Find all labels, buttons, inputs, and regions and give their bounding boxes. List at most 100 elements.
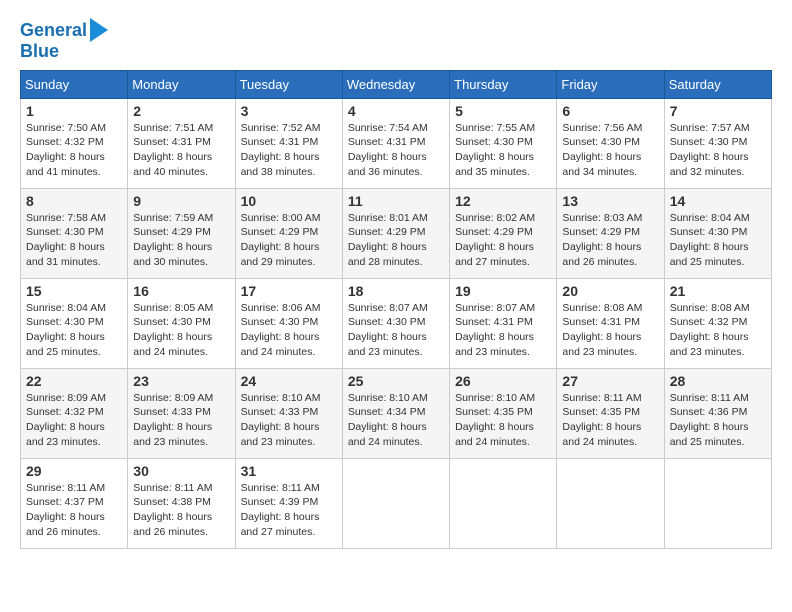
calendar-cell: 24 Sunrise: 8:10 AM Sunset: 4:33 PM Dayl… — [235, 368, 342, 458]
day-info: Sunrise: 8:03 AM Sunset: 4:29 PM Dayligh… — [562, 212, 642, 268]
day-number: 14 — [670, 193, 766, 209]
weekday-header: Friday — [557, 70, 664, 98]
day-info: Sunrise: 8:11 AM Sunset: 4:39 PM Dayligh… — [241, 482, 320, 538]
day-info: Sunrise: 8:11 AM Sunset: 4:38 PM Dayligh… — [133, 482, 212, 538]
page-header: General Blue — [20, 20, 772, 62]
logo: General Blue — [20, 20, 108, 62]
day-number: 20 — [562, 283, 658, 299]
weekday-header: Saturday — [664, 70, 771, 98]
calendar-cell: 30 Sunrise: 8:11 AM Sunset: 4:38 PM Dayl… — [128, 458, 235, 548]
day-info: Sunrise: 7:58 AM Sunset: 4:30 PM Dayligh… — [26, 212, 106, 268]
calendar-cell: 6 Sunrise: 7:56 AM Sunset: 4:30 PM Dayli… — [557, 98, 664, 188]
calendar-cell: 19 Sunrise: 8:07 AM Sunset: 4:31 PM Dayl… — [450, 278, 557, 368]
day-number: 8 — [26, 193, 122, 209]
day-number: 1 — [26, 103, 122, 119]
day-info: Sunrise: 8:09 AM Sunset: 4:32 PM Dayligh… — [26, 392, 106, 448]
calendar-cell: 27 Sunrise: 8:11 AM Sunset: 4:35 PM Dayl… — [557, 368, 664, 458]
calendar-cell — [557, 458, 664, 548]
day-info: Sunrise: 7:52 AM Sunset: 4:31 PM Dayligh… — [241, 122, 321, 178]
calendar-cell — [342, 458, 449, 548]
day-info: Sunrise: 8:05 AM Sunset: 4:30 PM Dayligh… — [133, 302, 213, 358]
calendar-cell: 20 Sunrise: 8:08 AM Sunset: 4:31 PM Dayl… — [557, 278, 664, 368]
calendar-cell: 28 Sunrise: 8:11 AM Sunset: 4:36 PM Dayl… — [664, 368, 771, 458]
day-info: Sunrise: 8:06 AM Sunset: 4:30 PM Dayligh… — [241, 302, 321, 358]
calendar-cell: 16 Sunrise: 8:05 AM Sunset: 4:30 PM Dayl… — [128, 278, 235, 368]
calendar-cell: 15 Sunrise: 8:04 AM Sunset: 4:30 PM Dayl… — [21, 278, 128, 368]
day-number: 30 — [133, 463, 229, 479]
calendar-cell: 1 Sunrise: 7:50 AM Sunset: 4:32 PM Dayli… — [21, 98, 128, 188]
weekday-header-row: SundayMondayTuesdayWednesdayThursdayFrid… — [21, 70, 772, 98]
day-info: Sunrise: 8:08 AM Sunset: 4:31 PM Dayligh… — [562, 302, 642, 358]
logo-arrow-icon — [90, 18, 108, 42]
calendar-cell — [450, 458, 557, 548]
day-number: 3 — [241, 103, 337, 119]
day-info: Sunrise: 8:11 AM Sunset: 4:35 PM Dayligh… — [562, 392, 641, 448]
day-info: Sunrise: 7:54 AM Sunset: 4:31 PM Dayligh… — [348, 122, 428, 178]
calendar-cell: 13 Sunrise: 8:03 AM Sunset: 4:29 PM Dayl… — [557, 188, 664, 278]
day-number: 23 — [133, 373, 229, 389]
calendar-cell: 26 Sunrise: 8:10 AM Sunset: 4:35 PM Dayl… — [450, 368, 557, 458]
calendar-cell: 18 Sunrise: 8:07 AM Sunset: 4:30 PM Dayl… — [342, 278, 449, 368]
calendar-cell: 4 Sunrise: 7:54 AM Sunset: 4:31 PM Dayli… — [342, 98, 449, 188]
day-info: Sunrise: 7:57 AM Sunset: 4:30 PM Dayligh… — [670, 122, 750, 178]
day-number: 29 — [26, 463, 122, 479]
day-number: 7 — [670, 103, 766, 119]
day-info: Sunrise: 8:10 AM Sunset: 4:33 PM Dayligh… — [241, 392, 321, 448]
day-info: Sunrise: 8:11 AM Sunset: 4:36 PM Dayligh… — [670, 392, 749, 448]
calendar-cell: 7 Sunrise: 7:57 AM Sunset: 4:30 PM Dayli… — [664, 98, 771, 188]
calendar-cell: 23 Sunrise: 8:09 AM Sunset: 4:33 PM Dayl… — [128, 368, 235, 458]
calendar-week-row: 29 Sunrise: 8:11 AM Sunset: 4:37 PM Dayl… — [21, 458, 772, 548]
calendar-cell: 10 Sunrise: 8:00 AM Sunset: 4:29 PM Dayl… — [235, 188, 342, 278]
day-number: 9 — [133, 193, 229, 209]
day-number: 18 — [348, 283, 444, 299]
day-info: Sunrise: 8:01 AM Sunset: 4:29 PM Dayligh… — [348, 212, 428, 268]
day-number: 2 — [133, 103, 229, 119]
day-info: Sunrise: 8:10 AM Sunset: 4:34 PM Dayligh… — [348, 392, 428, 448]
day-info: Sunrise: 7:56 AM Sunset: 4:30 PM Dayligh… — [562, 122, 642, 178]
day-info: Sunrise: 8:10 AM Sunset: 4:35 PM Dayligh… — [455, 392, 535, 448]
calendar-week-row: 1 Sunrise: 7:50 AM Sunset: 4:32 PM Dayli… — [21, 98, 772, 188]
weekday-header: Monday — [128, 70, 235, 98]
day-number: 31 — [241, 463, 337, 479]
day-info: Sunrise: 7:51 AM Sunset: 4:31 PM Dayligh… — [133, 122, 213, 178]
weekday-header: Tuesday — [235, 70, 342, 98]
calendar-week-row: 8 Sunrise: 7:58 AM Sunset: 4:30 PM Dayli… — [21, 188, 772, 278]
day-info: Sunrise: 8:07 AM Sunset: 4:31 PM Dayligh… — [455, 302, 535, 358]
day-info: Sunrise: 8:09 AM Sunset: 4:33 PM Dayligh… — [133, 392, 213, 448]
day-number: 15 — [26, 283, 122, 299]
calendar-cell: 25 Sunrise: 8:10 AM Sunset: 4:34 PM Dayl… — [342, 368, 449, 458]
day-info: Sunrise: 8:07 AM Sunset: 4:30 PM Dayligh… — [348, 302, 428, 358]
day-number: 22 — [26, 373, 122, 389]
day-number: 26 — [455, 373, 551, 389]
calendar-cell: 29 Sunrise: 8:11 AM Sunset: 4:37 PM Dayl… — [21, 458, 128, 548]
day-number: 5 — [455, 103, 551, 119]
calendar-cell: 8 Sunrise: 7:58 AM Sunset: 4:30 PM Dayli… — [21, 188, 128, 278]
day-number: 28 — [670, 373, 766, 389]
day-info: Sunrise: 8:04 AM Sunset: 4:30 PM Dayligh… — [670, 212, 750, 268]
calendar-table: SundayMondayTuesdayWednesdayThursdayFrid… — [20, 70, 772, 549]
day-number: 19 — [455, 283, 551, 299]
weekday-header: Sunday — [21, 70, 128, 98]
calendar-cell: 31 Sunrise: 8:11 AM Sunset: 4:39 PM Dayl… — [235, 458, 342, 548]
day-number: 13 — [562, 193, 658, 209]
day-number: 27 — [562, 373, 658, 389]
day-number: 17 — [241, 283, 337, 299]
day-number: 4 — [348, 103, 444, 119]
day-number: 25 — [348, 373, 444, 389]
calendar-cell: 11 Sunrise: 8:01 AM Sunset: 4:29 PM Dayl… — [342, 188, 449, 278]
day-info: Sunrise: 8:02 AM Sunset: 4:29 PM Dayligh… — [455, 212, 535, 268]
calendar-week-row: 22 Sunrise: 8:09 AM Sunset: 4:32 PM Dayl… — [21, 368, 772, 458]
day-number: 6 — [562, 103, 658, 119]
day-number: 16 — [133, 283, 229, 299]
weekday-header: Wednesday — [342, 70, 449, 98]
calendar-cell: 2 Sunrise: 7:51 AM Sunset: 4:31 PM Dayli… — [128, 98, 235, 188]
day-number: 12 — [455, 193, 551, 209]
calendar-cell: 17 Sunrise: 8:06 AM Sunset: 4:30 PM Dayl… — [235, 278, 342, 368]
calendar-cell: 21 Sunrise: 8:08 AM Sunset: 4:32 PM Dayl… — [664, 278, 771, 368]
calendar-week-row: 15 Sunrise: 8:04 AM Sunset: 4:30 PM Dayl… — [21, 278, 772, 368]
day-info: Sunrise: 7:50 AM Sunset: 4:32 PM Dayligh… — [26, 122, 106, 178]
calendar-cell: 22 Sunrise: 8:09 AM Sunset: 4:32 PM Dayl… — [21, 368, 128, 458]
weekday-header: Thursday — [450, 70, 557, 98]
day-number: 10 — [241, 193, 337, 209]
calendar-cell — [664, 458, 771, 548]
